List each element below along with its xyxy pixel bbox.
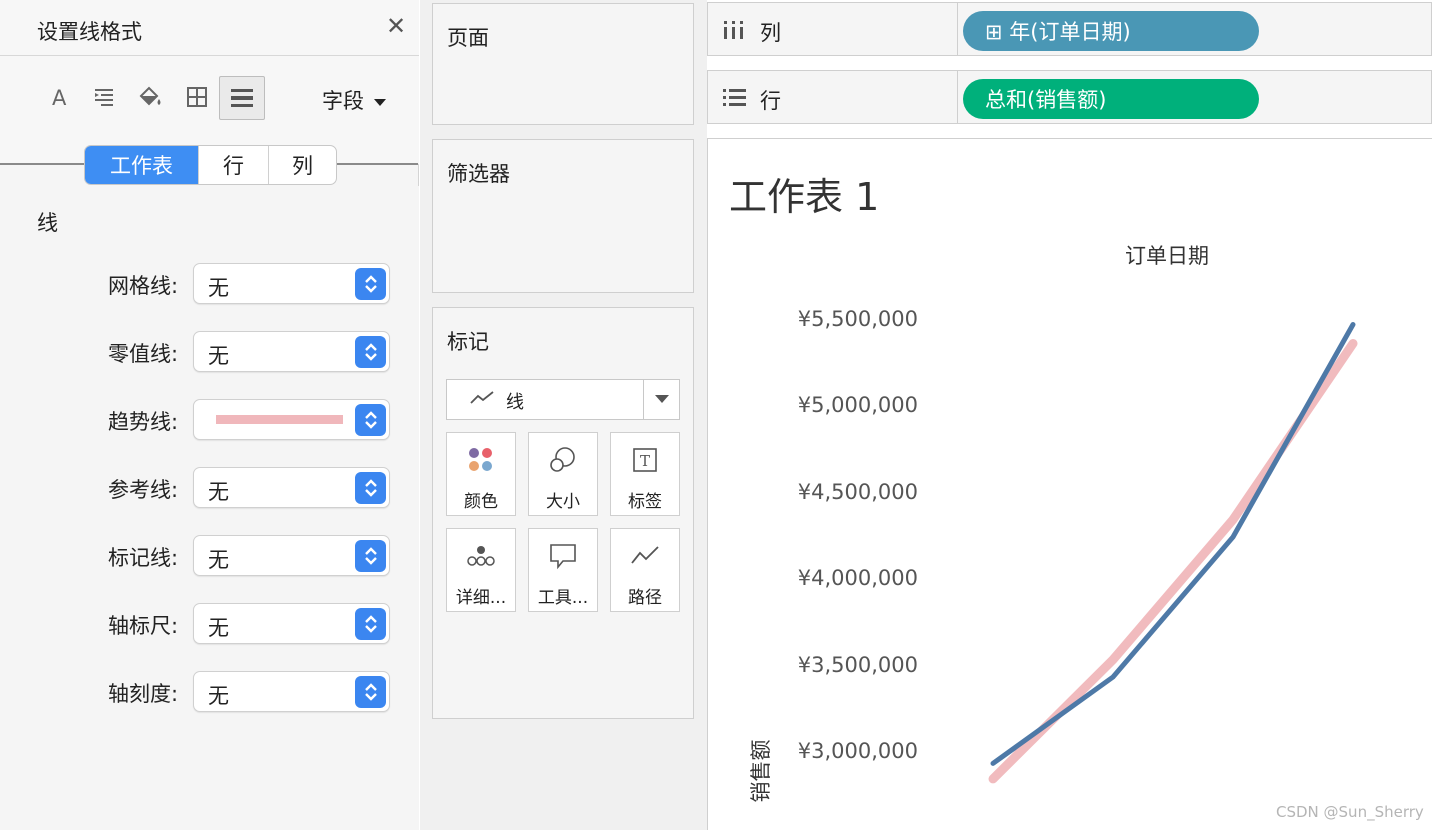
watermark: CSDN @Sun_Sherry <box>1276 803 1424 821</box>
trend-line[interactable] <box>988 339 1358 784</box>
sales-line[interactable] <box>990 322 1356 766</box>
line-chart <box>988 322 1358 784</box>
